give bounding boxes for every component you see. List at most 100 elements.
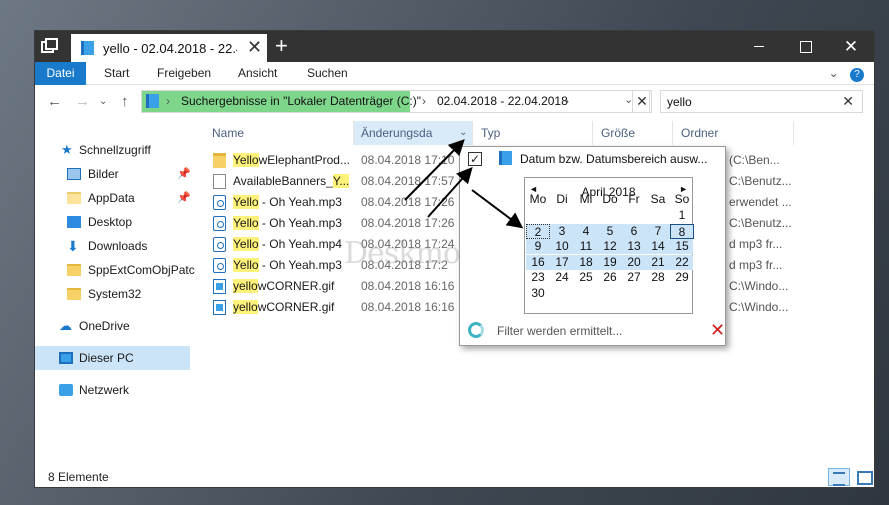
- column-header-date[interactable]: Änderungsda: [361, 121, 432, 145]
- calendar-day[interactable]: 26: [598, 270, 622, 285]
- tab-freigeben[interactable]: Freigeben: [157, 62, 211, 85]
- file-name: Yello - Oh Yeah.mp3: [233, 195, 342, 209]
- calendar-day[interactable]: 16: [526, 255, 550, 270]
- calendar-day[interactable]: 18: [574, 255, 598, 270]
- large-icons-view-button[interactable]: [853, 468, 874, 486]
- tab-suchen[interactable]: Suchen: [307, 62, 348, 85]
- new-tab-icon[interactable]: +: [275, 34, 288, 58]
- up-arrow-icon[interactable]: ↑: [121, 93, 129, 110]
- search-clear-icon[interactable]: ✕: [842, 93, 854, 110]
- tab-ansicht[interactable]: Ansicht: [238, 62, 277, 85]
- calendar-day[interactable]: 22: [670, 255, 694, 270]
- tab-datei[interactable]: Datei: [35, 62, 86, 85]
- calendar-day[interactable]: 6: [622, 224, 646, 239]
- sidebar-item-bilder[interactable]: Bilder 📌: [35, 162, 191, 186]
- column-header-folder[interactable]: Ordner: [681, 121, 718, 145]
- sidebar-item-label: OneDrive: [79, 319, 130, 333]
- help-icon[interactable]: ?: [850, 68, 864, 82]
- tab-close-icon[interactable]: ✕: [247, 37, 262, 57]
- download-icon: ⬇: [67, 238, 79, 254]
- pin-icon[interactable]: 📌: [177, 186, 191, 210]
- column-header-type[interactable]: Typ: [481, 121, 500, 145]
- star-icon: ★: [61, 142, 73, 157]
- address-segment-daterange[interactable]: 02.04.2018 - 22.04.2018: [437, 94, 568, 108]
- sidebar-item-dieser-pc[interactable]: Dieser PC: [35, 346, 190, 370]
- address-separator[interactable]: ›: [166, 94, 170, 108]
- calendar-day[interactable]: 13: [622, 239, 646, 254]
- forward-arrow-icon[interactable]: →: [75, 93, 90, 110]
- calendar-day[interactable]: 1: [670, 208, 694, 223]
- date-filter-checkbox[interactable]: ✓: [468, 152, 482, 166]
- calendar-day[interactable]: 28: [646, 270, 670, 285]
- calendar-day[interactable]: 10: [550, 239, 574, 254]
- calendar-day[interactable]: 21: [646, 255, 670, 270]
- file-folder: C:\Windo...: [729, 279, 789, 293]
- calendar-day[interactable]: 4: [574, 224, 598, 239]
- calendar-day[interactable]: 7: [646, 224, 670, 239]
- date-filter-popup: ✓ Datum bzw. Datumsbereich ausw... ◄ Apr…: [459, 146, 726, 346]
- image-file-icon: [213, 279, 226, 294]
- status-bar: 8 Elemente: [35, 463, 874, 487]
- pin-icon[interactable]: 📌: [177, 162, 191, 186]
- calendar-day[interactable]: 5: [598, 224, 622, 239]
- column-divider[interactable]: [353, 121, 354, 145]
- sidebar-item-desktop[interactable]: Desktop: [35, 210, 190, 234]
- sidebar-item-downloads[interactable]: ⬇ Downloads: [35, 234, 190, 258]
- close-button[interactable]: ✕: [828, 31, 874, 62]
- ribbon-expand-icon[interactable]: ⌄: [829, 66, 843, 80]
- calendar-day[interactable]: 14: [646, 239, 670, 254]
- calendar-day[interactable]: 30: [526, 286, 550, 301]
- weekday-label: Di: [556, 192, 568, 206]
- maximize-button[interactable]: [782, 31, 828, 62]
- calendar-day[interactable]: 29: [670, 270, 694, 285]
- sidebar-item-appdata[interactable]: AppData 📌: [35, 186, 191, 210]
- recent-locations-icon[interactable]: ⌄: [99, 96, 107, 107]
- calendar-day[interactable]: 25: [574, 270, 598, 285]
- file-date: 08.04.2018 17:26: [361, 216, 455, 230]
- sort-dropdown-icon[interactable]: ⌄: [459, 121, 467, 145]
- sidebar-item-system32[interactable]: System32: [35, 282, 190, 306]
- address-segment-search[interactable]: Suchergebnisse in "Lokaler Datenträger (…: [181, 94, 421, 108]
- column-header-name[interactable]: Name: [212, 121, 244, 145]
- calendar-day[interactable]: 20: [622, 255, 646, 270]
- file-folder: (C:\Ben...: [729, 153, 780, 167]
- calendar-day[interactable]: 19: [598, 255, 622, 270]
- sidebar-item-schnellzugriff[interactable]: ★ Schnellzugriff: [35, 138, 190, 162]
- sidebar-item-netzwerk[interactable]: Netzwerk: [35, 378, 190, 402]
- calendar-day[interactable]: 2: [526, 223, 550, 239]
- sidebar-item-onedrive[interactable]: ☁ OneDrive: [35, 314, 190, 338]
- address-separator[interactable]: ›: [565, 94, 569, 108]
- calendar-day[interactable]: 9: [526, 239, 550, 254]
- calendar-day[interactable]: 15: [670, 239, 694, 254]
- column-divider[interactable]: [793, 121, 794, 145]
- cancel-icon[interactable]: ✕: [710, 320, 725, 341]
- calendar-day[interactable]: 23: [526, 270, 550, 285]
- explorer-tab[interactable]: yello - 02.04.2018 - 22.4 ✕: [71, 34, 267, 62]
- tab-start[interactable]: Start: [104, 62, 129, 85]
- column-divider[interactable]: [472, 121, 473, 145]
- address-separator[interactable]: ›: [422, 94, 426, 108]
- calendar-day[interactable]: 12: [598, 239, 622, 254]
- calendar-day[interactable]: 11: [574, 239, 598, 254]
- file-folder: C:\Benutz...: [729, 174, 792, 188]
- window-system-icon[interactable]: [41, 38, 59, 54]
- calendar-day[interactable]: 24: [550, 270, 574, 285]
- calendar-day[interactable]: 27: [622, 270, 646, 285]
- sidebar-item-sppextcomobjpatc[interactable]: SppExtComObjPatc: [35, 258, 195, 282]
- calendar-day[interactable]: 3: [550, 224, 574, 239]
- search-box[interactable]: yello ✕: [660, 90, 863, 113]
- back-arrow-icon[interactable]: ←: [47, 93, 62, 110]
- column-header-size[interactable]: Größe: [601, 121, 635, 145]
- details-view-button[interactable]: [828, 468, 850, 486]
- title-bar[interactable]: yello - 02.04.2018 - 22.4 ✕ + ✕: [35, 31, 874, 62]
- column-divider[interactable]: [592, 121, 593, 145]
- sidebar-item-label: System32: [88, 287, 142, 301]
- address-clear-button[interactable]: ✕: [632, 90, 652, 113]
- minimize-button[interactable]: [736, 31, 782, 62]
- calendar-day[interactable]: 8: [670, 223, 694, 239]
- column-divider[interactable]: [672, 121, 673, 145]
- file-folder: C:\Windo...: [729, 300, 789, 314]
- search-input[interactable]: yello: [667, 95, 692, 109]
- address-bar[interactable]: › Suchergebnisse in "Lokaler Datenträger…: [141, 90, 650, 113]
- calendar-day[interactable]: 17: [550, 255, 574, 270]
